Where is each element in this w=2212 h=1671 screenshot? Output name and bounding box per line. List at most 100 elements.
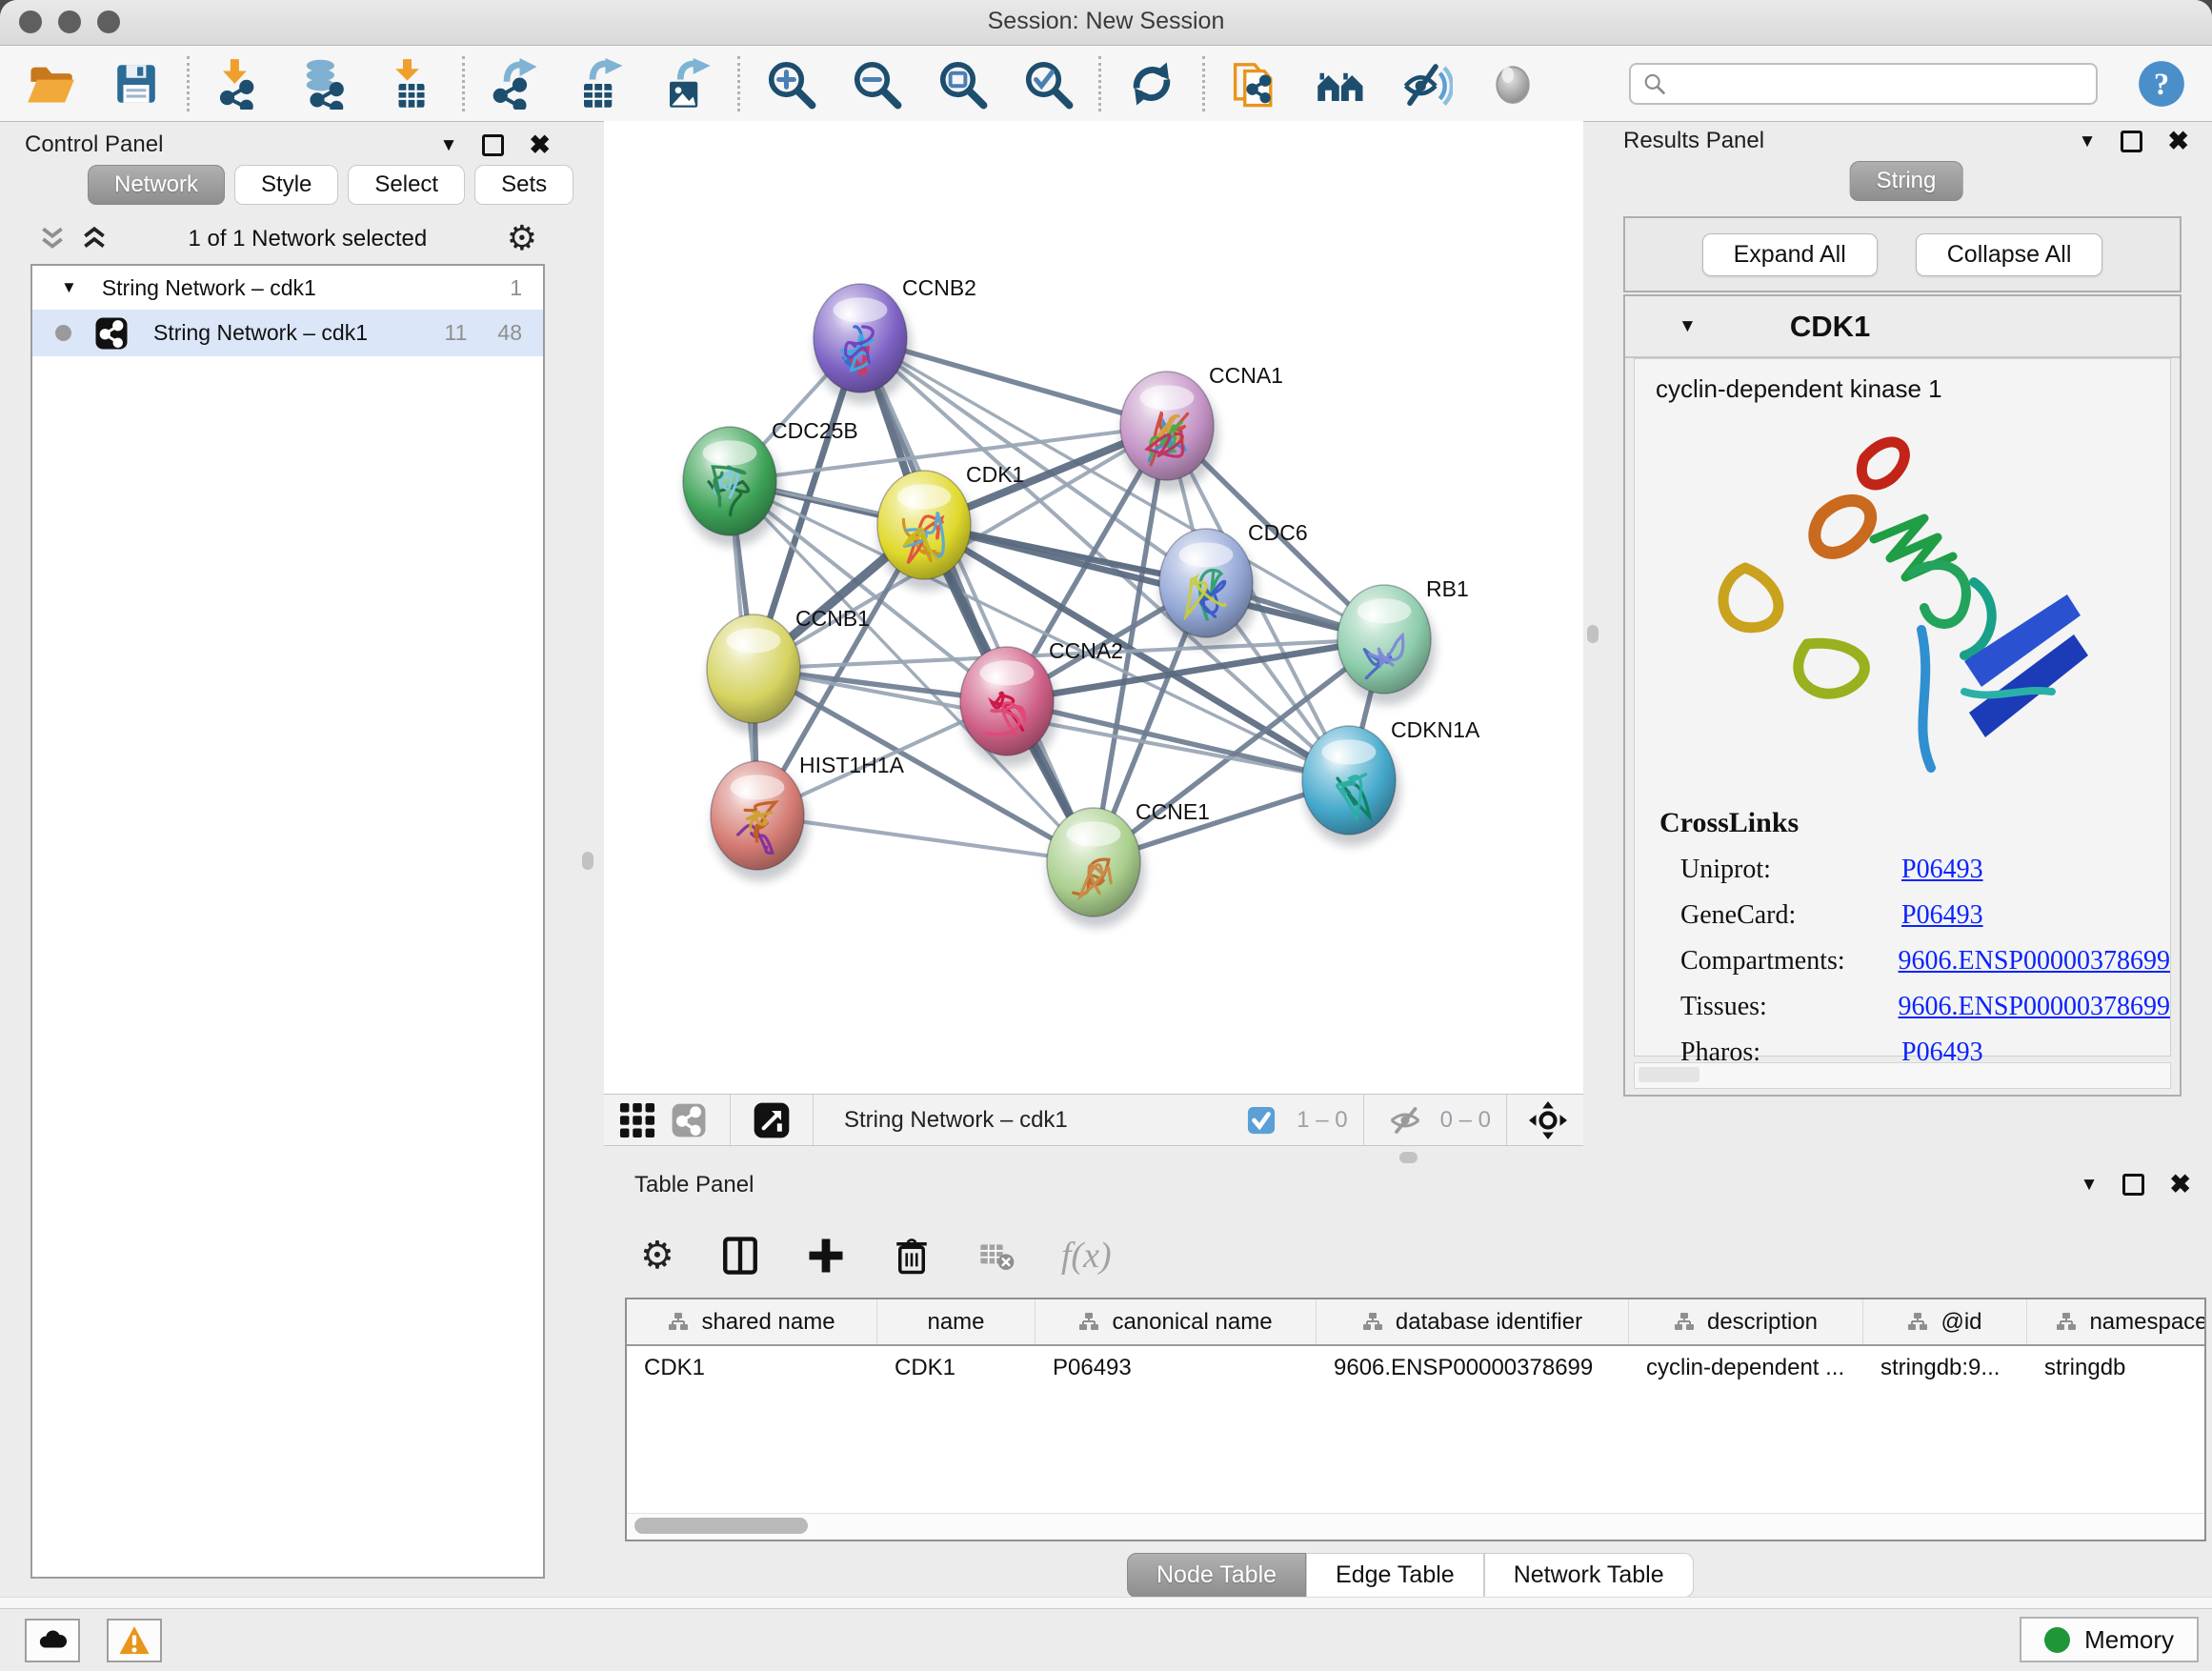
main-toolbar: ? bbox=[0, 46, 2212, 122]
column-header-namespace[interactable]: namespace bbox=[2027, 1299, 2206, 1344]
warning-icon bbox=[118, 1624, 151, 1657]
tab-style[interactable]: Style bbox=[234, 165, 338, 205]
expand-all-networks-icon[interactable] bbox=[80, 225, 109, 253]
collection-expander-icon[interactable]: ▼ bbox=[61, 278, 77, 297]
network-row-selected[interactable]: String Network – cdk1 11 48 bbox=[32, 310, 543, 356]
network-node-ccne1[interactable]: CCNE1 bbox=[1047, 799, 1210, 916]
collapse-all-networks-icon[interactable] bbox=[38, 225, 67, 253]
crosslink-uniprot-link[interactable]: P06493 bbox=[1901, 855, 1983, 885]
help-icon[interactable]: ? bbox=[2136, 58, 2187, 110]
save-session-icon[interactable] bbox=[111, 58, 162, 110]
network-edge[interactable] bbox=[924, 525, 1384, 639]
table-panel-close-icon[interactable]: ✖ bbox=[2169, 1172, 2191, 1198]
tab-network[interactable]: Network bbox=[88, 165, 225, 205]
control-panel-close-icon[interactable]: ✖ bbox=[529, 132, 551, 158]
left-splitter-handle[interactable] bbox=[582, 852, 593, 870]
network-node-cdc6[interactable]: CDC6 bbox=[1159, 520, 1308, 637]
tab-node-table[interactable]: Node Table bbox=[1127, 1553, 1306, 1598]
collapse-all-button[interactable]: Collapse All bbox=[1916, 233, 2103, 276]
tab-sets[interactable]: Sets bbox=[474, 165, 573, 205]
grid-view-icon[interactable] bbox=[612, 1095, 663, 1146]
hidden-node-edge-count: 0 – 0 bbox=[1440, 1107, 1491, 1134]
zoom-fit-icon[interactable] bbox=[936, 58, 988, 110]
scrollbar-thumb[interactable] bbox=[634, 1518, 808, 1534]
bottom-splitter-handle[interactable] bbox=[1399, 1152, 1418, 1163]
cell-name[interactable]: CDK1 bbox=[877, 1355, 1036, 1381]
clone-network-icon[interactable] bbox=[1230, 58, 1281, 110]
cell-database-identifier[interactable]: 9606.ENSP00000378699 bbox=[1317, 1355, 1629, 1381]
network-view-icon[interactable] bbox=[663, 1095, 714, 1146]
cell-canonical-name[interactable]: P06493 bbox=[1036, 1355, 1317, 1381]
column-type-icon bbox=[668, 1312, 689, 1333]
memory-button[interactable]: Memory bbox=[2020, 1617, 2199, 1662]
crosslink-tissues-link[interactable]: 9606.ENSP00000378699 bbox=[1899, 992, 2170, 1022]
column-header-canonical-name[interactable]: canonical name bbox=[1036, 1299, 1317, 1344]
search-box[interactable] bbox=[1629, 63, 2098, 105]
network-options-gear-icon[interactable]: ⚙ bbox=[507, 222, 537, 256]
footer-separator bbox=[1363, 1095, 1364, 1145]
table-horizontal-scrollbar[interactable] bbox=[627, 1513, 2204, 1540]
network-node-hist1h1a[interactable]: HIST1H1A bbox=[711, 753, 905, 870]
search-input[interactable] bbox=[1677, 70, 2084, 98]
results-scrollbar[interactable] bbox=[1634, 1062, 2171, 1089]
import-network-icon[interactable] bbox=[214, 58, 266, 110]
open-session-icon[interactable] bbox=[25, 58, 76, 110]
warnings-button[interactable] bbox=[107, 1619, 162, 1662]
tab-string[interactable]: String bbox=[1850, 161, 1963, 201]
refresh-layout-icon[interactable] bbox=[1126, 58, 1177, 110]
node-label: CCNA2 bbox=[1049, 638, 1123, 663]
delete-column-icon[interactable] bbox=[892, 1236, 932, 1276]
cell-namespace[interactable]: stringdb bbox=[2027, 1355, 2206, 1381]
results-panel-collapse-icon[interactable]: ▼ bbox=[2079, 132, 2097, 151]
birds-eye-view-icon[interactable] bbox=[746, 1095, 797, 1146]
hide-selected-icon[interactable] bbox=[1401, 58, 1453, 110]
tab-select[interactable]: Select bbox=[348, 165, 465, 205]
network-canvas[interactable]: CCNB2CCNA1CDC25BCDK1CDC6RB1CCNB1CCNA2CDK… bbox=[604, 121, 1583, 1094]
zoom-in-icon[interactable] bbox=[765, 58, 816, 110]
table-options-gear-icon[interactable]: ⚙ bbox=[640, 1237, 674, 1275]
export-network-icon[interactable] bbox=[490, 58, 541, 110]
import-table-icon[interactable] bbox=[386, 58, 437, 110]
crosslink-genecard-link[interactable]: P06493 bbox=[1901, 900, 1983, 931]
cell-description[interactable]: cyclin-dependent ... bbox=[1629, 1355, 1863, 1381]
show-all-icon[interactable] bbox=[1487, 58, 1538, 110]
first-neighbors-icon[interactable] bbox=[1316, 58, 1367, 110]
cloud-status-button[interactable] bbox=[25, 1619, 80, 1662]
show-columns-icon[interactable] bbox=[720, 1236, 760, 1276]
network-node-ccna1[interactable]: CCNA1 bbox=[1120, 363, 1283, 480]
cell-id[interactable]: stringdb:9... bbox=[1863, 1355, 2027, 1381]
column-header-name[interactable]: name bbox=[877, 1299, 1036, 1344]
cell-shared-name[interactable]: CDK1 bbox=[627, 1355, 877, 1381]
tab-network-table[interactable]: Network Table bbox=[1484, 1553, 1694, 1598]
control-panel-float-icon[interactable] bbox=[482, 134, 504, 156]
expand-all-button[interactable]: Expand All bbox=[1702, 233, 1878, 276]
zoom-selected-icon[interactable] bbox=[1022, 58, 1074, 110]
column-header-description[interactable]: description bbox=[1629, 1299, 1863, 1344]
right-splitter-handle[interactable] bbox=[1587, 625, 1599, 643]
fit-content-crosshair-icon[interactable] bbox=[1522, 1095, 1574, 1146]
selected-checkbox-icon[interactable] bbox=[1236, 1095, 1287, 1146]
column-header-shared-name[interactable]: shared name bbox=[627, 1299, 877, 1344]
network-node-ccnb2[interactable]: CCNB2 bbox=[814, 275, 976, 393]
results-panel-float-icon[interactable] bbox=[2121, 131, 2142, 152]
gene-section-header[interactable]: ▼ CDK1 bbox=[1625, 296, 2180, 358]
network-node-rb1[interactable]: RB1 bbox=[1337, 576, 1469, 694]
table-row[interactable]: CDK1 CDK1 P06493 9606.ENSP00000378699 cy… bbox=[627, 1346, 2204, 1389]
import-network-from-database-icon[interactable] bbox=[300, 58, 352, 110]
column-header-database-identifier[interactable]: database identifier bbox=[1317, 1299, 1629, 1344]
tab-edge-table[interactable]: Edge Table bbox=[1306, 1553, 1484, 1598]
control-panel-collapse-icon[interactable]: ▼ bbox=[440, 136, 458, 154]
zoom-out-icon[interactable] bbox=[851, 58, 902, 110]
delete-table-icon[interactable] bbox=[977, 1237, 1016, 1275]
network-collection-row[interactable]: ▼ String Network – cdk1 1 bbox=[32, 266, 543, 310]
export-image-icon[interactable] bbox=[661, 58, 713, 110]
footer-separator bbox=[813, 1095, 814, 1145]
results-panel-close-icon[interactable]: ✖ bbox=[2167, 129, 2189, 154]
gene-expander-icon[interactable]: ▼ bbox=[1679, 316, 1697, 337]
table-panel-collapse-icon[interactable]: ▼ bbox=[2081, 1176, 2099, 1194]
export-table-icon[interactable] bbox=[575, 58, 627, 110]
crosslink-compartments-link[interactable]: 9606.ENSP00000378699 bbox=[1899, 946, 2170, 976]
table-panel-float-icon[interactable] bbox=[2122, 1174, 2144, 1196]
column-header-id[interactable]: @id bbox=[1863, 1299, 2027, 1344]
create-column-icon[interactable] bbox=[806, 1236, 846, 1276]
